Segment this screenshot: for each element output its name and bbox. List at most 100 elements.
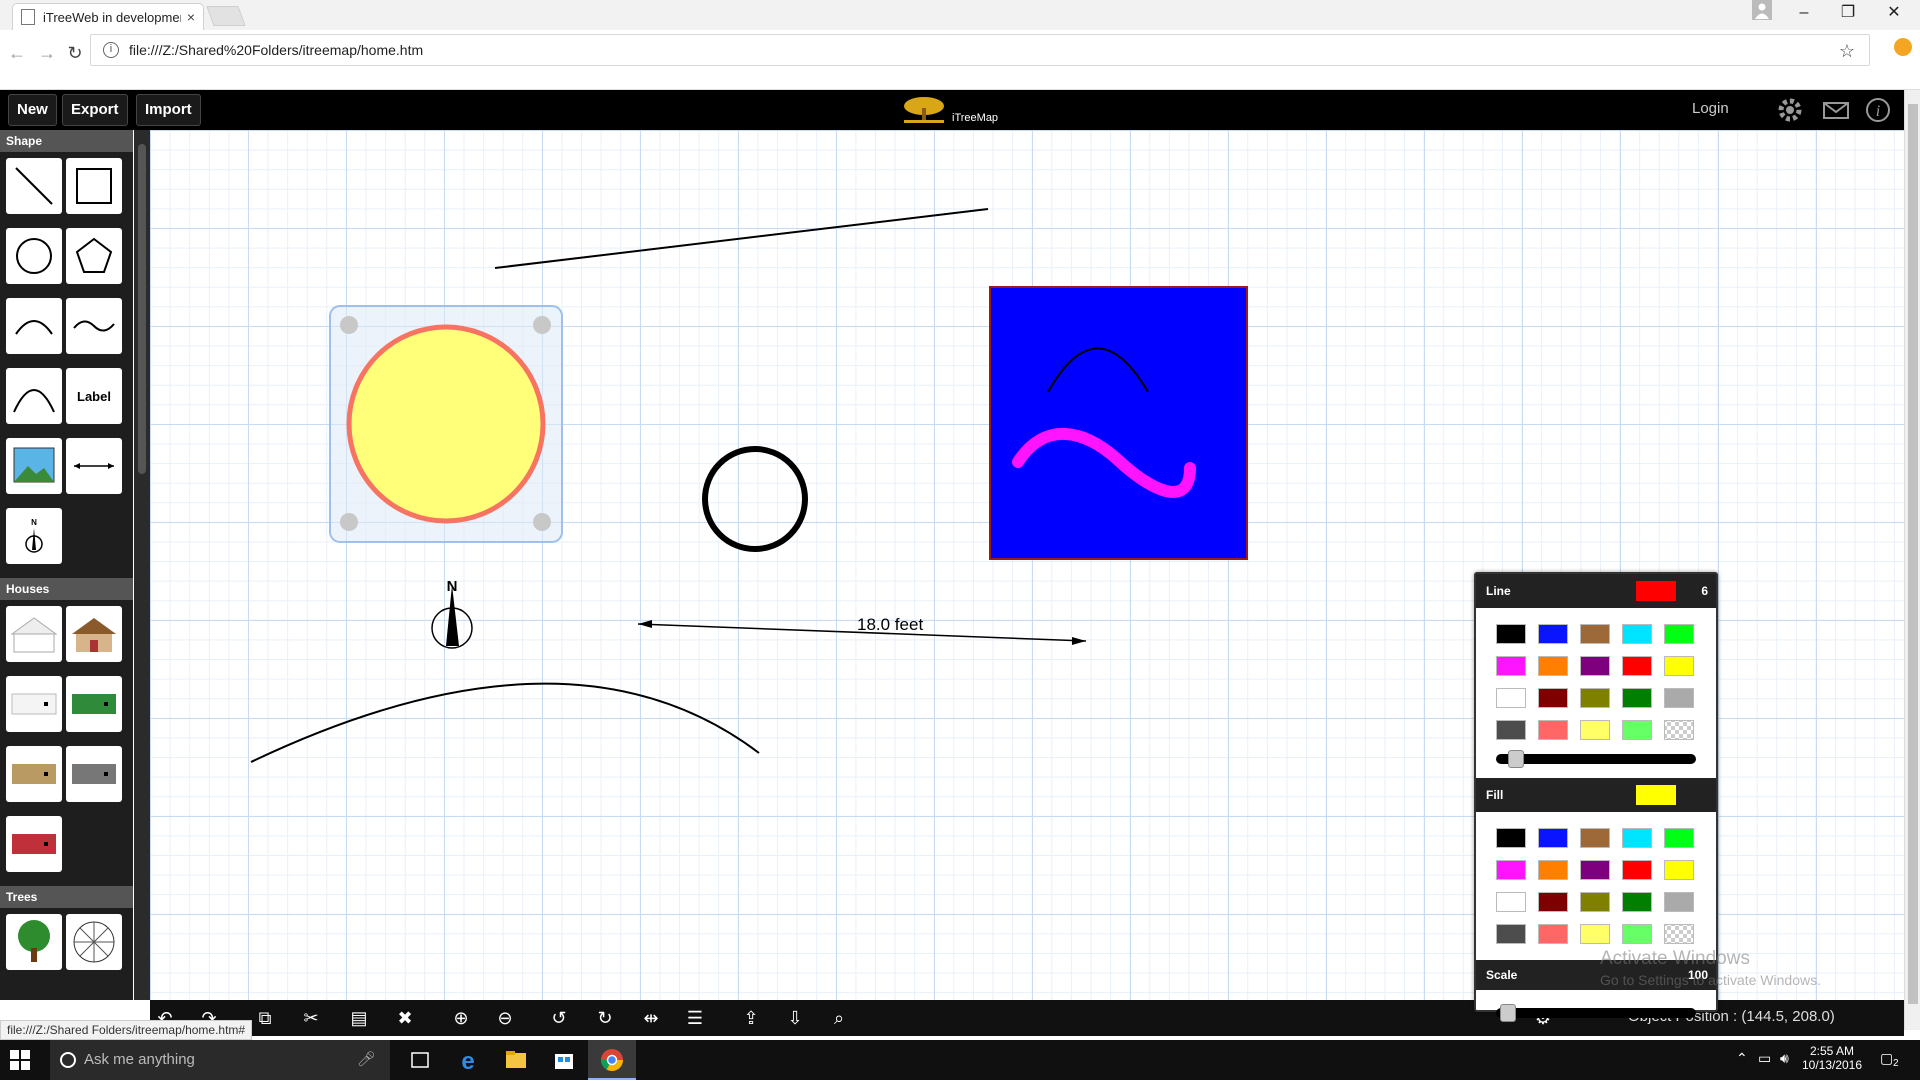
paste-icon[interactable]: ▤ — [344, 1004, 374, 1032]
color-swatch[interactable] — [1622, 720, 1652, 740]
bookmark-star-icon[interactable]: ☆ — [1839, 41, 1855, 62]
browser-tab[interactable]: iTreeWeb in developmen × — [12, 3, 204, 30]
roof-white-tool[interactable] — [6, 676, 62, 732]
task-view-icon[interactable] — [396, 1040, 444, 1080]
color-swatch[interactable] — [1538, 860, 1568, 880]
color-swatch[interactable] — [1538, 828, 1568, 848]
address-input[interactable]: i file:///Z:/Shared%20Folders/itreemap/h… — [90, 34, 1870, 66]
color-swatch[interactable] — [1664, 624, 1694, 644]
extension-icon[interactable] — [1894, 38, 1912, 56]
compass-shape[interactable]: N — [431, 578, 473, 649]
blue-square-shape[interactable] — [989, 286, 1248, 560]
color-swatch[interactable] — [1664, 688, 1694, 708]
sidebar-scroll-thumb[interactable] — [138, 144, 146, 474]
rotate-left-icon[interactable]: ↺ — [544, 1004, 574, 1032]
page-scroll-thumb[interactable] — [1908, 104, 1918, 1004]
tree-canopy-tool[interactable] — [66, 914, 122, 970]
file-explorer-icon[interactable] — [492, 1040, 540, 1080]
color-swatch[interactable] — [1580, 924, 1610, 944]
color-swatch[interactable] — [1622, 860, 1652, 880]
label-tool[interactable]: Label — [66, 368, 122, 424]
color-swatch[interactable] — [1496, 892, 1526, 912]
color-swatch[interactable] — [1580, 624, 1610, 644]
color-swatch[interactable] — [1622, 892, 1652, 912]
wave-tool[interactable] — [66, 298, 122, 354]
polygon-tool[interactable] — [66, 228, 122, 284]
color-swatch[interactable] — [1538, 688, 1568, 708]
color-swatch[interactable] — [1496, 656, 1526, 676]
info-icon[interactable]: i — [103, 42, 119, 58]
login-link[interactable]: Login — [1692, 100, 1729, 117]
color-swatch[interactable] — [1664, 828, 1694, 848]
color-swatch[interactable] — [1580, 892, 1610, 912]
delete-icon[interactable]: ✖ — [390, 1004, 420, 1032]
roof-tan-tool[interactable] — [6, 746, 62, 802]
color-swatch[interactable] — [1580, 720, 1610, 740]
color-swatch[interactable] — [1664, 656, 1694, 676]
line-shape[interactable] — [494, 208, 989, 269]
resize-handle[interactable] — [340, 513, 358, 531]
circle-shape[interactable] — [702, 446, 808, 552]
tray-chevron-icon[interactable]: ⌃ — [1736, 1050, 1748, 1067]
roof-green-tool[interactable] — [66, 676, 122, 732]
cut-icon[interactable]: ✂ — [296, 1004, 326, 1032]
color-swatch[interactable] — [1622, 828, 1652, 848]
image-tool[interactable] — [6, 438, 62, 494]
scale-knob[interactable] — [1500, 1004, 1516, 1022]
line-width-knob[interactable] — [1508, 750, 1524, 768]
dimension-tool[interactable] — [66, 438, 122, 494]
line-width-slider[interactable] — [1496, 750, 1696, 768]
network-icon[interactable]: ▭ — [1758, 1050, 1771, 1067]
chrome-icon[interactable] — [588, 1040, 636, 1080]
fill-color-swatch[interactable] — [1636, 785, 1676, 805]
color-swatch[interactable] — [1496, 828, 1526, 848]
color-swatch[interactable] — [1580, 828, 1610, 848]
resize-handle[interactable] — [533, 316, 551, 334]
page-scrollbar[interactable] — [1904, 90, 1920, 1030]
zoom-fit-icon[interactable]: ⌕ — [824, 1004, 854, 1032]
circle-tool[interactable] — [6, 228, 62, 284]
color-swatch[interactable] — [1580, 688, 1610, 708]
color-swatch[interactable] — [1622, 688, 1652, 708]
close-window-button[interactable]: ✕ — [1872, 0, 1916, 28]
color-swatch[interactable] — [1538, 656, 1568, 676]
color-swatch[interactable] — [1496, 624, 1526, 644]
send-backward-icon[interactable]: ⇩ — [780, 1004, 810, 1032]
house-white-tool[interactable] — [6, 606, 62, 662]
microphone-icon[interactable]: 🎤︎ — [357, 1040, 376, 1080]
color-swatch[interactable] — [1622, 624, 1652, 644]
color-swatch[interactable] — [1580, 656, 1610, 676]
dimension-shape[interactable]: 18.0 feet — [637, 615, 1087, 645]
new-tab-button[interactable] — [206, 6, 246, 26]
gear-icon[interactable] — [1776, 96, 1804, 124]
color-swatch[interactable] — [1538, 924, 1568, 944]
clock[interactable]: 2:55 AM 10/13/2016 — [1800, 1044, 1864, 1072]
color-swatch[interactable] — [1664, 892, 1694, 912]
minimize-button[interactable]: – — [1782, 0, 1826, 28]
resize-handle[interactable] — [340, 316, 358, 334]
reload-icon[interactable]: ↻ — [62, 40, 88, 66]
zoom-out-icon[interactable]: ⊖ — [490, 1004, 520, 1032]
notification-icon[interactable]: ▢ — [1880, 1050, 1893, 1067]
color-swatch[interactable] — [1496, 688, 1526, 708]
curve-tool[interactable] — [6, 368, 62, 424]
align-icon[interactable]: ☰ — [680, 1004, 710, 1032]
store-icon[interactable] — [540, 1040, 588, 1080]
color-swatch[interactable] — [1496, 860, 1526, 880]
info-icon[interactable]: i — [1864, 96, 1892, 124]
color-swatch[interactable] — [1622, 924, 1652, 944]
tab-close-icon[interactable]: × — [187, 9, 195, 25]
color-swatch[interactable] — [1622, 656, 1652, 676]
arc-tool[interactable] — [6, 298, 62, 354]
profile-icon[interactable] — [1740, 0, 1784, 28]
cortana-search[interactable]: Ask me anything 🎤︎ — [50, 1040, 390, 1080]
color-swatch[interactable] — [1664, 924, 1694, 944]
compass-tool[interactable]: N — [6, 508, 62, 564]
import-button[interactable]: Import — [136, 94, 201, 126]
roof-red-tool[interactable] — [6, 816, 62, 872]
mail-icon[interactable] — [1822, 96, 1850, 124]
zoom-in-icon[interactable]: ⊕ — [446, 1004, 476, 1032]
color-swatch[interactable] — [1538, 624, 1568, 644]
tree-green-tool[interactable] — [6, 914, 62, 970]
edge-icon[interactable]: e — [444, 1040, 492, 1080]
